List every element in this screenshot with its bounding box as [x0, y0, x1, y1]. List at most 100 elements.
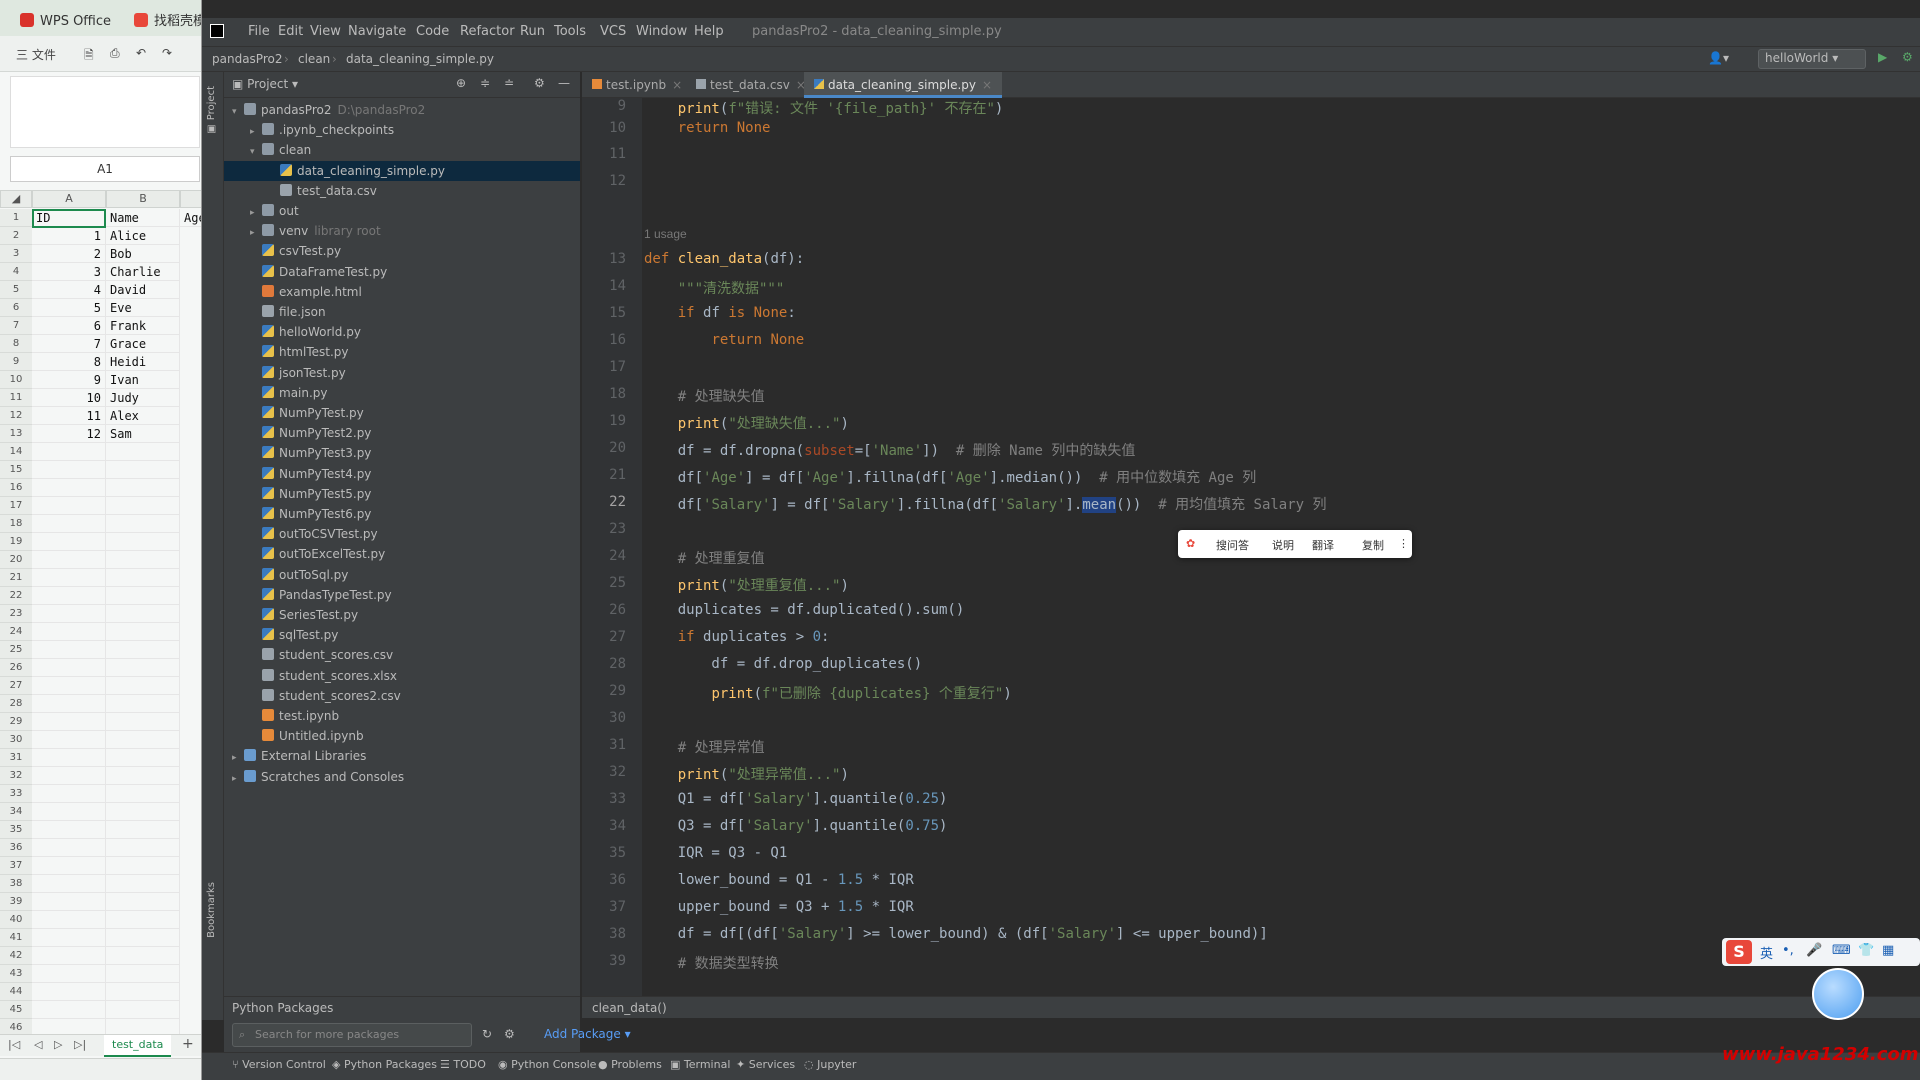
row-header[interactable]: 7 — [0, 317, 32, 335]
row-header[interactable]: 23 — [0, 605, 32, 623]
empty-cell[interactable] — [32, 749, 106, 767]
menu-refactor[interactable]: Refactor — [460, 24, 515, 39]
column-header-c[interactable] — [180, 190, 201, 208]
tree-item[interactable]: NumPyTest6.py — [224, 504, 580, 524]
menu-tools[interactable]: Tools — [554, 24, 586, 39]
tree-item[interactable]: jsonTest.py — [224, 363, 580, 383]
row-header[interactable]: 25 — [0, 641, 32, 659]
breadcrumb-clean[interactable]: clean — [298, 52, 330, 66]
sheet-nav-first-icon[interactable]: |◁ — [8, 1038, 20, 1051]
locate-icon[interactable]: ⊕ — [456, 76, 466, 90]
empty-cell[interactable] — [32, 1001, 106, 1019]
cell-name[interactable]: Charlie — [106, 263, 180, 281]
tree-item[interactable]: outToSql.py — [224, 565, 580, 585]
row-header[interactable]: 10 — [0, 371, 32, 389]
tab-data-cleaning-simple[interactable]: data_cleaning_simple.py × — [804, 72, 1003, 98]
row-header[interactable]: 21 — [0, 569, 32, 587]
row-header[interactable]: 26 — [0, 659, 32, 677]
empty-cell[interactable] — [32, 587, 106, 605]
row-header[interactable]: 36 — [0, 839, 32, 857]
empty-cell[interactable] — [32, 641, 106, 659]
empty-cell[interactable] — [106, 929, 180, 947]
empty-cell[interactable] — [106, 587, 180, 605]
tree-item[interactable]: sqlTest.py — [224, 625, 580, 645]
redo-icon[interactable]: ↷ — [162, 46, 172, 60]
tree-item[interactable]: test.ipynb — [224, 706, 580, 726]
empty-cell[interactable] — [106, 1001, 180, 1019]
name-box[interactable]: A1 — [10, 156, 200, 182]
empty-cell[interactable] — [32, 551, 106, 569]
empty-cell[interactable] — [32, 911, 106, 929]
empty-cell[interactable] — [106, 857, 180, 875]
todo-tool[interactable]: ☰ TODO — [440, 1058, 486, 1071]
row-header[interactable]: 19 — [0, 533, 32, 551]
chevron-icon[interactable]: ▾ — [250, 142, 262, 162]
sheet-tab-test-data[interactable]: test_data — [104, 1035, 172, 1057]
hide-panel-icon[interactable]: — — [558, 76, 570, 90]
usage-hint[interactable]: 1 usage — [644, 227, 687, 241]
punctuation-icon[interactable]: •, — [1782, 943, 1794, 958]
empty-cell[interactable] — [106, 659, 180, 677]
popup-search[interactable]: 搜问答 — [1216, 537, 1249, 553]
tree-item[interactable]: ▾ clean — [224, 140, 580, 160]
empty-cell[interactable] — [106, 479, 180, 497]
version-control-tool[interactable]: ⑂ Version Control — [232, 1058, 326, 1071]
row-header[interactable]: 4 — [0, 263, 32, 281]
row-header[interactable]: 37 — [0, 857, 32, 875]
cell-name[interactable]: Grace — [106, 335, 180, 353]
empty-cell[interactable] — [106, 821, 180, 839]
print-icon[interactable]: ⎙ — [110, 46, 120, 61]
empty-cell[interactable] — [106, 803, 180, 821]
empty-cell[interactable] — [106, 749, 180, 767]
popup-copy[interactable]: 复制 — [1362, 537, 1384, 553]
sheet-nav-prev-icon[interactable]: ◁ — [34, 1038, 42, 1051]
ime-toolbar[interactable]: S 英 •, 🎤 ⌨ 👕 ▦ — [1722, 938, 1920, 966]
empty-cell[interactable] — [106, 569, 180, 587]
tree-item[interactable]: outToCSVTest.py — [224, 524, 580, 544]
tree-item[interactable]: test_data.csv — [224, 181, 580, 201]
tab-test-data-csv[interactable]: test_data.csv × — [686, 72, 816, 98]
row-header[interactable]: 34 — [0, 803, 32, 821]
skin-icon[interactable]: 👕 — [1858, 943, 1874, 958]
empty-cell[interactable] — [32, 983, 106, 1001]
tree-item[interactable]: ▸ External Libraries — [224, 746, 580, 766]
row-header[interactable]: 11 — [0, 389, 32, 407]
chevron-icon[interactable]: ▸ — [232, 769, 244, 789]
row-header[interactable]: 1 — [0, 209, 32, 227]
cell-name[interactable]: Judy — [106, 389, 180, 407]
empty-cell[interactable] — [32, 533, 106, 551]
tree-item[interactable]: student_scores.xlsx — [224, 666, 580, 686]
breadcrumb-project[interactable]: pandasPro2 — [212, 52, 282, 66]
empty-cell[interactable] — [32, 623, 106, 641]
tab-test-ipynb[interactable]: test.ipynb × — [582, 72, 692, 98]
tree-item[interactable]: file.json — [224, 302, 580, 322]
row-header[interactable]: 40 — [0, 911, 32, 929]
close-icon[interactable]: × — [982, 78, 992, 92]
empty-cell[interactable] — [32, 857, 106, 875]
cell-name[interactable]: Alice — [106, 227, 180, 245]
save-icon[interactable]: 🗎 — [84, 46, 94, 67]
cell-id[interactable]: 4 — [32, 281, 106, 299]
row-header[interactable]: 43 — [0, 965, 32, 983]
tree-item[interactable]: SeriesTest.py — [224, 605, 580, 625]
empty-cell[interactable] — [106, 641, 180, 659]
row-header[interactable]: 2 — [0, 227, 32, 245]
empty-cell[interactable] — [32, 713, 106, 731]
close-icon[interactable]: × — [672, 78, 682, 92]
floating-assistant-button[interactable] — [1812, 968, 1864, 1020]
cell-id[interactable]: 1 — [32, 227, 106, 245]
tree-item[interactable]: ▸ .ipynb_checkpoints — [224, 120, 580, 140]
sheet-nav-last-icon[interactable]: ▷| — [74, 1038, 86, 1051]
tree-item[interactable]: data_cleaning_simple.py — [224, 160, 580, 181]
tree-item[interactable]: outToExcelTest.py — [224, 544, 580, 564]
menu-run[interactable]: Run — [520, 24, 545, 39]
services-tool[interactable]: ✦ Services — [736, 1058, 795, 1071]
run-config-select[interactable]: helloWorld ▾ — [1758, 49, 1866, 69]
jupyter-tool[interactable]: ◌ Jupyter — [804, 1058, 856, 1071]
toolbox-icon[interactable]: ▦ — [1882, 943, 1894, 958]
row-header[interactable]: 45 — [0, 1001, 32, 1019]
empty-cell[interactable] — [106, 695, 180, 713]
bookmarks-tool-button[interactable]: Bookmarks — [206, 882, 217, 938]
empty-cell[interactable] — [106, 605, 180, 623]
tree-item[interactable]: student_scores.csv — [224, 645, 580, 665]
